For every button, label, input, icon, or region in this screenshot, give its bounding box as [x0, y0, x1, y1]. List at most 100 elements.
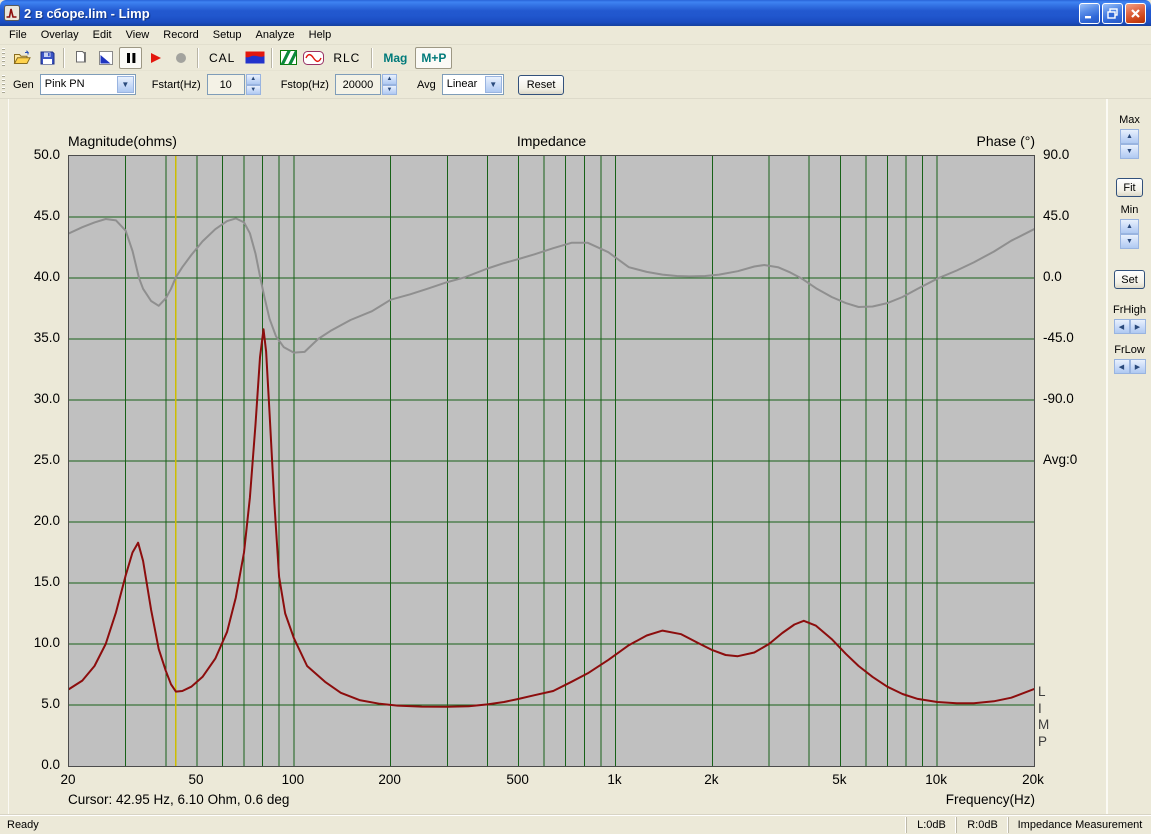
reset-button[interactable]: Reset [517, 74, 565, 95]
spin-right-icon[interactable]: ▶ [1129, 359, 1146, 374]
app-icon [4, 5, 20, 21]
record-button[interactable] [169, 47, 192, 69]
close-button[interactable] [1125, 2, 1146, 24]
minimize-button[interactable] [1079, 2, 1100, 24]
measurement-toolbar: Gen Pink PN ▼ Fstart(Hz) 10 ▲ ▼ Fstop(Hz… [0, 71, 1151, 99]
frlow-label: FrLow [1114, 344, 1145, 356]
frequency-tick-label: 20k [1022, 772, 1044, 787]
frequency-tick-label: 200 [378, 772, 401, 787]
frequency-tick-label: 5k [832, 772, 847, 787]
fit-button[interactable]: Fit [1116, 178, 1143, 197]
phase-tick-label: 90.0 [1043, 147, 1070, 162]
magnitude-tick-label: 0.0 [41, 757, 60, 772]
fstop-input[interactable]: 20000 [334, 74, 381, 95]
toolbar-grip[interactable] [2, 47, 5, 68]
spin-left-icon[interactable]: ◀ [1113, 319, 1130, 334]
min-label: Min [1120, 204, 1139, 216]
phase-tick-label: -90.0 [1043, 391, 1074, 406]
limp-watermark: L I M P [1038, 684, 1050, 749]
fstop-stepper: ▲ ▼ [381, 74, 397, 95]
averaging-select[interactable]: Linear ▼ [441, 74, 504, 95]
toolbar-separator [63, 47, 64, 68]
spin-down-icon[interactable]: ▼ [245, 84, 261, 95]
magnitude-tick-label: 40.0 [33, 269, 60, 284]
record-icon [175, 52, 186, 63]
chevron-down-icon[interactable]: ▼ [116, 76, 134, 93]
signal-generator-button[interactable] [302, 47, 325, 69]
fstart-value: 10 [219, 78, 232, 91]
chevron-down-icon[interactable]: ▼ [484, 76, 502, 93]
play-icon [151, 52, 161, 63]
frhigh-label: FrHigh [1112, 304, 1146, 316]
fstart-input[interactable]: 10 [206, 74, 245, 95]
overlay-color-button[interactable] [94, 47, 117, 69]
menu-overlay[interactable]: Overlay [34, 27, 86, 44]
menu-help[interactable]: Help [302, 27, 339, 44]
frequency-tick-label: 20 [60, 772, 76, 787]
sine-wave-icon [303, 50, 325, 65]
frequency-tick-label: 500 [506, 772, 529, 787]
spin-up-icon[interactable]: ▲ [245, 74, 261, 85]
pause-icon [126, 52, 135, 63]
app-window: 2 в сборе.lim - Limp File Overlay Edit V… [0, 0, 1151, 834]
spin-up-icon[interactable]: ▲ [1120, 219, 1139, 234]
magnitude-tick-label: 45.0 [33, 208, 60, 223]
scale-control-strip: Max ▲ ▼ Fit Min ▲ ▼ Set FrHigh ◀ ▶ FrLow… [1106, 99, 1151, 814]
status-text: Ready [7, 818, 39, 831]
play-button[interactable] [144, 47, 167, 69]
main-area: Magnitude(ohms) Impedance Phase (°) 50.0… [0, 99, 1151, 814]
open-file-button[interactable] [10, 47, 33, 69]
chart-panel: Magnitude(ohms) Impedance Phase (°) 50.0… [0, 99, 1106, 814]
toolbar-grip[interactable] [2, 74, 5, 95]
menu-file[interactable]: File [2, 27, 34, 44]
spectrum-button[interactable] [277, 47, 300, 69]
spin-up-icon[interactable]: ▲ [381, 74, 397, 85]
fstop-value: 20000 [342, 78, 374, 91]
magnitude-tick-label: 10.0 [33, 635, 60, 650]
copy-button[interactable] [69, 47, 92, 69]
spin-right-icon[interactable]: ▶ [1129, 319, 1146, 334]
menu-edit[interactable]: Edit [86, 27, 119, 44]
spin-down-icon[interactable]: ▼ [1120, 234, 1139, 249]
calibration-device-button[interactable] [243, 47, 266, 69]
rlc-button[interactable]: RLC [327, 47, 366, 69]
magnitude-tick-label: 15.0 [33, 574, 60, 589]
save-button[interactable] [35, 47, 58, 69]
menu-analyze[interactable]: Analyze [248, 27, 301, 44]
set-button[interactable]: Set [1114, 270, 1145, 289]
toolbar-separator [371, 47, 373, 68]
statusbar: Ready L:0dB R:0dB Impedance Measurement [0, 814, 1151, 834]
generator-select[interactable]: Pink PN ▼ [39, 74, 136, 95]
calibrate-button[interactable]: CAL [203, 47, 241, 69]
min-stepper: ▲ ▼ [1120, 219, 1139, 249]
frequency-tick-label: 2k [704, 772, 719, 787]
pause-button[interactable] [119, 46, 142, 69]
menu-setup[interactable]: Setup [206, 27, 249, 44]
restore-button[interactable] [1102, 2, 1123, 24]
spin-down-icon[interactable]: ▼ [1120, 144, 1139, 159]
x-axis-title: Frequency(Hz) [945, 792, 1035, 807]
magnitude-tick-label: 25.0 [33, 452, 60, 467]
magnitude-tick-label: 20.0 [33, 513, 60, 528]
phase-tick-label: 45.0 [1043, 208, 1070, 223]
menu-view[interactable]: View [119, 27, 157, 44]
toolbar-separator [197, 47, 198, 68]
spin-left-icon[interactable]: ◀ [1113, 359, 1130, 374]
spin-up-icon[interactable]: ▲ [1120, 129, 1139, 144]
magnitude-view-button[interactable]: Mag [377, 47, 413, 69]
open-folder-icon [13, 49, 31, 64]
menubar: File Overlay Edit View Record Setup Anal… [0, 26, 1151, 45]
right-axis-title: Phase (°) [976, 133, 1035, 149]
save-icon [40, 51, 54, 64]
magnitude-phase-view-button[interactable]: M+P [415, 46, 453, 69]
impedance-plot[interactable] [68, 155, 1035, 767]
green-stripes-icon [280, 50, 298, 65]
window-controls [1079, 2, 1146, 24]
color-triangle-icon [98, 50, 113, 65]
frequency-tick-label: 1k [607, 772, 622, 787]
spin-down-icon[interactable]: ▼ [381, 84, 397, 95]
red-blue-flag-icon [245, 51, 265, 64]
menu-record[interactable]: Record [156, 27, 205, 44]
fstop-label: Fstop(Hz) [280, 78, 329, 91]
max-stepper: ▲ ▼ [1120, 129, 1139, 159]
